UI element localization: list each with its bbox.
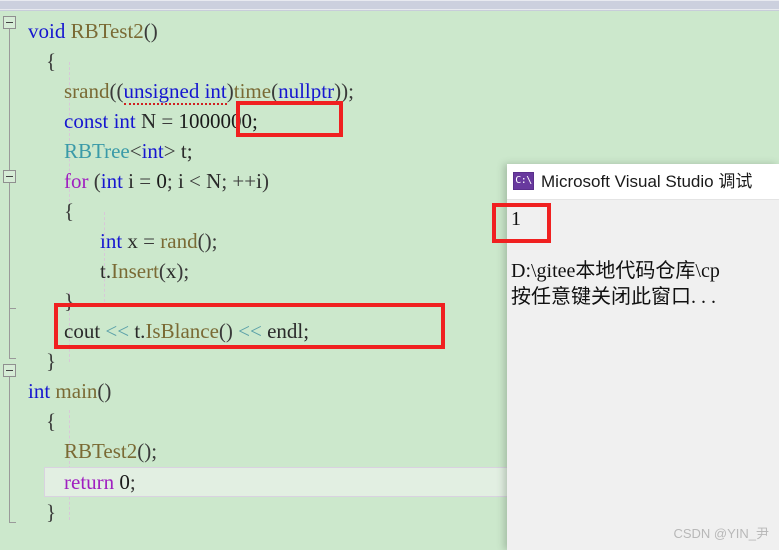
fold-bracket-foot — [9, 308, 16, 309]
annotation-box-cout-line — [54, 303, 445, 349]
fold-toggle-for-loop[interactable] — [3, 170, 16, 183]
fold-bracket-foot — [9, 522, 16, 523]
fold-toggle-rbtest2[interactable] — [3, 16, 16, 29]
cmd-console-icon: C:\ — [513, 172, 534, 190]
console-prompt-line: 按任意键关闭此窗口. . . — [511, 286, 716, 308]
code-line-open-brace-1[interactable]: { — [46, 46, 56, 76]
console-titlebar[interactable]: C:\ Microsoft Visual Studio 调试 — [507, 164, 779, 200]
code-line-return-zero[interactable]: return 0; — [64, 467, 136, 497]
csdn-watermark: CSDN @YIN_尹 — [673, 526, 769, 541]
console-output-area[interactable]: 1 D:\gitee本地代码仓库\cp 按任意键关闭此窗口. . . — [507, 200, 779, 550]
code-line-open-brace-2[interactable]: { — [64, 196, 74, 226]
code-line-close-brace-3[interactable]: } — [46, 497, 56, 527]
annotation-box-console-output — [492, 203, 551, 243]
horizontal-scrollbar-thumb[interactable] — [0, 1, 779, 9]
fold-bracket-line — [9, 377, 10, 522]
code-line-open-brace-3[interactable]: { — [46, 406, 56, 436]
code-line-close-brace-1[interactable]: } — [46, 346, 56, 376]
code-line-rbtree-decl[interactable]: RBTree<int> t; — [64, 136, 193, 166]
code-line-call-rbtest2[interactable]: RBTest2(); — [64, 436, 157, 466]
annotation-box-n-value — [236, 101, 343, 137]
code-line-int-main[interactable]: int main() — [28, 376, 111, 406]
fold-toggle-main[interactable] — [3, 364, 16, 377]
outlining-gutter[interactable] — [0, 12, 28, 550]
code-line-int-x-rand[interactable]: int x = rand(); — [100, 226, 217, 256]
fold-bracket-line — [9, 29, 10, 170]
console-window-title: Microsoft Visual Studio 调试 — [541, 172, 753, 191]
code-line-for-loop[interactable]: for (int i = 0; i < N; ++i) — [64, 166, 269, 196]
fold-bracket-foot — [9, 358, 16, 359]
code-line-const-n[interactable]: const int N = 1000000; — [64, 106, 258, 136]
fold-bracket-line — [9, 183, 10, 358]
console-path-line: D:\gitee本地代码仓库\cp — [511, 260, 720, 282]
code-line-void-rbtest2[interactable]: void RBTest2() — [28, 16, 158, 46]
horizontal-scrollbar[interactable] — [0, 0, 779, 11]
code-line-t-insert[interactable]: t.Insert(x); — [100, 256, 189, 286]
